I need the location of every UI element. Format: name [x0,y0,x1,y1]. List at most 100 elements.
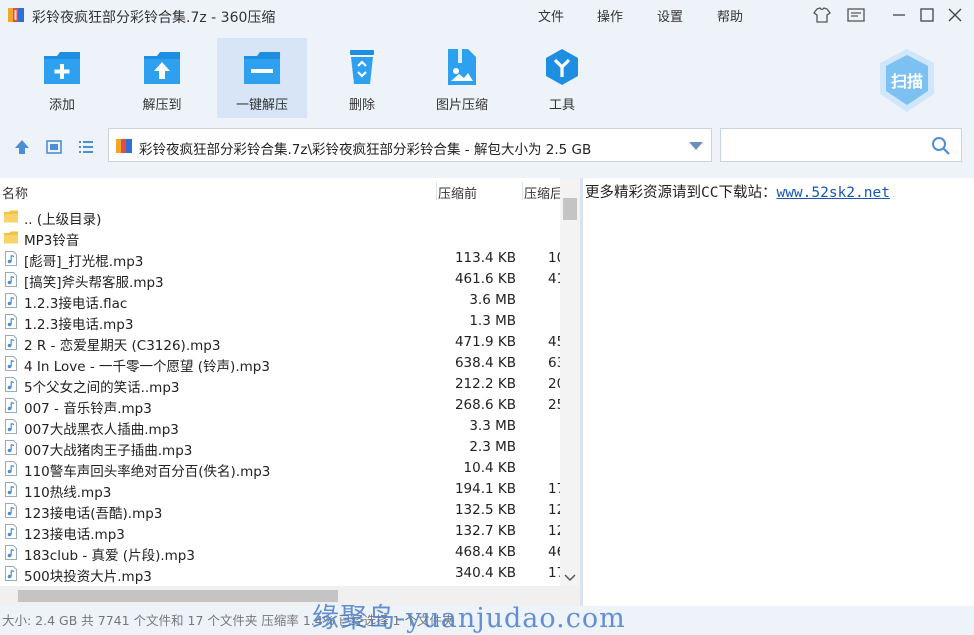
file-list[interactable]: 名称 压缩前 压缩后 .. (上级目录) MP3铃音 [彪哥]_打光棍.mp3 113… [0,178,580,606]
add-label: 添加 [48,98,75,113]
file-compressed-size: 46 [548,544,560,560]
table-row[interactable]: 007大战黑衣人插曲.mp3 3.3 MB [0,416,560,438]
table-row[interactable]: 123接电话(吾酷).mp3 132.5 KB 12 [0,500,560,522]
table-row[interactable]: 4 In Love - 一千零一个愿望 (铃声).mp3 638.4 KB 63 [0,353,560,375]
scan-button[interactable]: 扫描 [872,46,942,116]
audio-file-icon [5,482,17,497]
tools-icon [546,49,578,85]
column-separator[interactable] [436,182,437,200]
search-input[interactable] [727,135,931,157]
table-row[interactable]: 1.2.3接电话.mp3 1.3 MB [0,311,560,333]
add-icon [44,52,80,84]
file-name: 500块投资大片.mp3 [24,569,152,585]
archive-file-icon [116,139,132,153]
search-box[interactable] [720,128,962,162]
extract-to-label: 解压到 [142,98,182,113]
audio-file-icon [5,419,17,434]
up-arrow-icon[interactable] [12,137,32,157]
image-compress-icon [448,49,476,85]
list-header: 名称 压缩前 压缩后 [0,178,580,204]
file-size: 268.6 KB [454,397,516,413]
minimize-icon[interactable] [888,4,910,26]
table-row[interactable]: .. (上级目录) [0,206,560,228]
file-compressed-size: 41 [548,271,560,287]
close-icon[interactable] [944,4,966,26]
file-size: 3.3 MB [469,418,516,434]
file-name: 1.2.3接电话.mp3 [24,317,134,333]
audio-file-icon [5,293,17,308]
table-row[interactable]: 1.2.3接电话.flac 3.6 MB [0,290,560,312]
horizontal-scroll-thumb[interactable] [18,590,338,602]
table-row[interactable]: [彪哥]_打光棍.mp3 113.4 KB 10 [0,248,560,270]
watermark-text: 缘聚岛-yuanjudao.com [312,603,626,634]
image-compress-button[interactable]: 图片压缩 [417,38,507,118]
window-title: 彩铃夜疯狂部分彩铃合集.7z - 360压缩 [32,10,276,26]
extract-to-button[interactable]: 解压到 [117,38,207,118]
file-name: [彪哥]_打光棍.mp3 [24,254,144,270]
audio-file-icon [5,503,17,518]
skin-icon[interactable] [811,4,833,26]
maximize-icon[interactable] [916,4,938,26]
delete-button[interactable]: 删除 [317,38,407,118]
table-row[interactable]: 2 R - 恋爱星期天 (C3126).mp3 471.9 KB 45 [0,332,560,354]
vertical-scrollbar[interactable] [560,178,580,586]
file-size: 461.6 KB [454,271,516,287]
table-row[interactable]: 500块投资大片.mp3 340.4 KB 17 [0,563,560,585]
menu-operation[interactable]: 操作 [597,6,623,25]
chevron-down-icon[interactable] [689,142,703,150]
file-compressed-size: 45 [548,334,560,350]
file-name: 007 - 音乐铃声.mp3 [24,401,152,417]
table-row[interactable]: 007大战猪肉王子插曲.mp3 2.3 MB [0,437,560,459]
menu-help[interactable]: 帮助 [717,6,743,25]
menu-file[interactable]: 文件 [538,6,564,25]
file-name: 123接电话.mp3 [24,527,125,543]
file-size: 10.4 KB [463,460,516,476]
title-bar: 彩铃夜疯狂部分彩铃合集.7z - 360压缩 文件 操作 设置 帮助 [0,0,974,30]
tools-label: 工具 [548,98,575,113]
file-compressed-size: 12 [548,523,560,539]
feedback-icon[interactable] [845,4,867,26]
file-size: 113.4 KB [454,250,516,266]
address-bar[interactable]: 彩铃夜疯狂部分彩铃合集.7z\彩铃夜疯狂部分彩铃合集 - 解包大小为 2.5 G… [108,128,712,162]
info-pane: 更多精彩资源请到CC下载站：www.52sk2.net [583,178,974,606]
list-view-icon[interactable] [76,137,96,157]
file-size: 132.7 KB [454,523,516,539]
table-row[interactable]: 110热线.mp3 194.1 KB 17 [0,479,560,501]
column-after[interactable]: 压缩后 [524,183,560,202]
table-row[interactable]: 5个父女之间的笑话..mp3 212.2 KB 20 [0,374,560,396]
audio-file-icon [5,524,17,539]
file-name: [搞笑]斧头帮客服.mp3 [24,275,164,291]
recycle-bin-icon [350,50,374,84]
audio-file-icon [5,356,17,371]
file-compressed-size: 25 [548,397,560,413]
extract-to-icon [144,52,180,84]
menu-settings[interactable]: 设置 [657,6,683,25]
thumbnail-view-icon[interactable] [44,137,64,157]
column-name[interactable]: 名称 [2,183,28,202]
column-compressed[interactable]: 压缩前 [438,183,477,202]
scroll-down-icon[interactable] [564,574,576,582]
file-name: 123接电话(吾酷).mp3 [24,506,163,522]
vertical-scroll-thumb[interactable] [563,198,577,220]
address-path: 彩铃夜疯狂部分彩铃合集.7z\彩铃夜疯狂部分彩铃合集 - 解包大小为 2.5 G… [139,142,592,158]
file-size: 212.2 KB [454,376,516,392]
file-compressed-size: 10 [548,250,560,266]
file-size: 468.4 KB [454,544,516,560]
table-row[interactable]: [搞笑]斧头帮客服.mp3 461.6 KB 41 [0,269,560,291]
table-row[interactable]: 110警车声回头率绝对百分百(佚名).mp3 10.4 KB [0,458,560,480]
info-link[interactable]: www.52sk2.net [776,185,890,201]
table-row[interactable]: MP3铃音 [0,227,560,249]
table-row[interactable]: 007 - 音乐铃声.mp3 268.6 KB 25 [0,395,560,417]
search-icon[interactable] [931,136,951,156]
column-separator[interactable] [522,182,523,200]
info-text: 更多精彩资源请到CC下载站： [585,185,777,201]
table-row[interactable]: 183club - 真爱 (片段).mp3 468.4 KB 46 [0,542,560,564]
one-click-extract-label: 一键解压 [235,98,288,113]
file-size: 2.3 MB [469,439,516,455]
table-row[interactable]: 123接电话.mp3 132.7 KB 12 [0,521,560,543]
tools-button[interactable]: 工具 [517,38,607,118]
file-name: 110热线.mp3 [24,485,112,501]
delete-label: 删除 [348,98,375,113]
add-button[interactable]: 添加 [17,38,107,118]
one-click-extract-button[interactable]: 一键解压 [217,38,307,118]
